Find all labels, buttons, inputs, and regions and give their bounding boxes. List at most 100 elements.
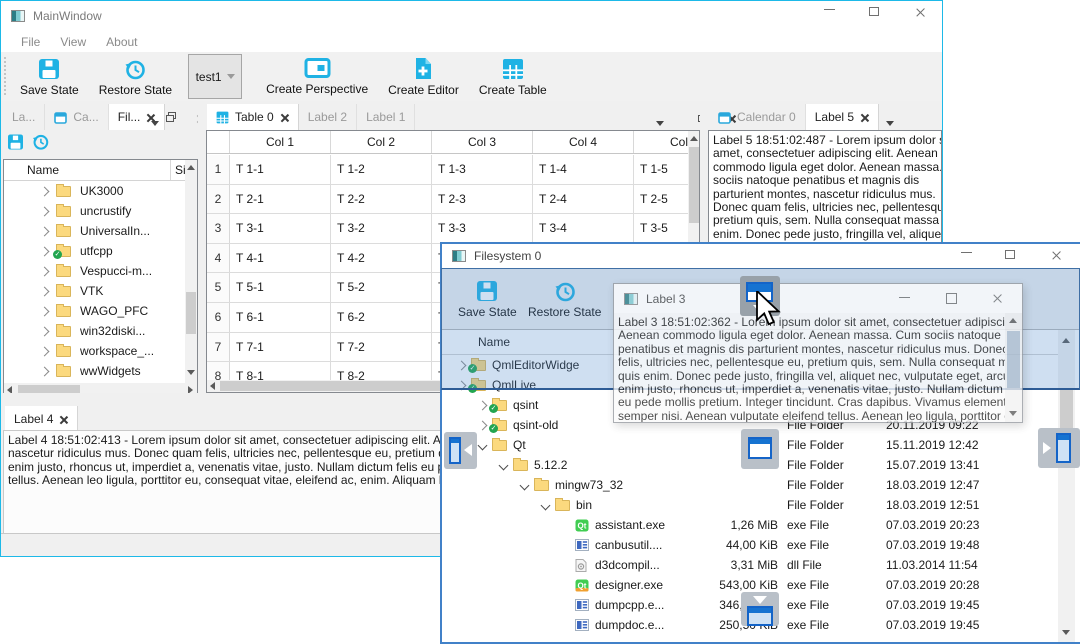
chevron-right-icon[interactable] [477,400,488,410]
tree-vscrollbar[interactable] [185,160,197,383]
minimize-button[interactable] [818,9,840,10]
chevron-right-icon[interactable] [39,226,50,236]
close-button[interactable] [1045,250,1067,261]
tree-item[interactable]: VTK [4,281,185,301]
table-cell[interactable]: T 7-2 [331,332,432,362]
menu-item-file[interactable]: File [11,35,50,49]
save-state-button[interactable]: Save State [10,52,89,101]
row-number[interactable]: 8 [207,362,230,380]
table-cell[interactable]: T 5-2 [331,273,432,302]
table-cell[interactable]: T 8-2 [331,362,432,380]
chevron-down-icon[interactable] [519,480,530,490]
table-cell[interactable]: T 6-1 [230,302,331,332]
right-panel-tab-calendar-0[interactable]: Calendar 0 [709,104,806,130]
toolbar-handle[interactable] [3,56,8,97]
dock-center-indicator[interactable] [741,429,779,469]
right-panel-tabs-menu-icon[interactable] [886,115,894,129]
dock-left-indicator[interactable] [444,432,477,469]
dock-bottom-indicator[interactable] [741,592,779,626]
tree-header-name[interactable]: Name [27,163,59,177]
table-cell[interactable]: T 1-1 [230,155,331,184]
maximize-button[interactable] [940,293,962,304]
table-cell[interactable]: T 2-2 [331,184,432,214]
table-panel-tabs-menu-icon[interactable] [656,115,664,129]
table-cell[interactable]: T 2-1 [230,184,331,214]
table-cell[interactable]: T 1-3 [432,155,533,184]
row-number[interactable]: 6 [207,302,230,332]
table-cell[interactable]: T 2-5 [634,185,688,214]
close-icon[interactable] [59,415,68,424]
table-cell[interactable]: T 8-1 [230,362,331,380]
create-editor-button[interactable]: Create Editor [378,52,469,101]
table-column-header-col-5[interactable]: Col 5 [634,131,688,153]
label3-window[interactable]: Label 3 Label 3 18:51:02:362 - Lorem ips… [613,283,1023,423]
filesystem-titlebar[interactable]: Filesystem 0 [442,244,1080,268]
tree-item[interactable]: WAGO_PFC [4,301,185,321]
close-icon[interactable] [280,113,289,122]
table-cell[interactable]: T 7-1 [230,332,331,362]
fs-tree-row-mingw73-32[interactable]: mingw73_32 File Folder 18.03.2019 12:47 [442,475,1058,495]
row-number[interactable]: 4 [207,243,230,273]
panel-save-icon[interactable] [7,133,24,151]
table-panel-tab-label-1[interactable]: Label 1 [357,104,416,130]
tree-item[interactable]: wwWidgets [4,361,185,381]
main-titlebar[interactable]: MainWindow [1,1,942,31]
fs-tree-row-bin[interactable]: bin File Folder 18.03.2019 12:51 [442,495,1058,515]
chevron-right-icon[interactable] [39,186,50,196]
fs-tree-row-d3dcompil[interactable]: d3dcompil... 3,31 MiB dll File 11.03.2014 1… [442,555,1058,575]
chevron-right-icon[interactable] [39,326,50,336]
tree-item[interactable]: Vespucci-m... [4,261,185,281]
row-number[interactable]: 1 [207,155,230,184]
table-column-header-col-3[interactable]: Col 3 [432,131,533,153]
chevron-right-icon[interactable] [477,420,488,430]
vertical-splitter-left[interactable] [198,104,206,398]
row-number[interactable]: 5 [207,273,230,302]
close-button[interactable] [986,293,1008,304]
chevron-right-icon[interactable] [39,346,50,356]
tree-item[interactable]: UK3000 [4,181,185,201]
chevron-right-icon[interactable] [39,206,50,216]
table-cell[interactable]: T 5-1 [230,273,331,302]
create-table-button[interactable]: Create Table [469,52,557,101]
table-cell[interactable]: T 4-2 [331,243,432,273]
maximize-button[interactable] [863,7,885,16]
restore-state-button[interactable]: Restore State [89,52,182,101]
minimize-button[interactable] [893,297,915,298]
left-panel-tabs-menu-icon[interactable] [151,115,159,129]
label3-vscrollbar[interactable] [1005,313,1022,422]
create-perspective-button[interactable]: Create Perspective [256,52,378,101]
left-panel-tab-la[interactable]: La... [3,104,46,130]
fs-tree-row-canbusutil[interactable]: canbusutil.... 44,00 KiB exe File 07.03.201… [442,535,1058,555]
tree-item[interactable]: uncrustify [4,201,185,221]
row-number[interactable]: 7 [207,332,230,362]
menu-item-view[interactable]: View [50,35,96,49]
chevron-down-icon[interactable] [498,460,509,470]
left-panel-tab-ca[interactable]: Ca... [45,104,109,130]
table-cell[interactable]: T 3-5 [634,214,688,243]
table-column-header-col-1[interactable]: Col 1 [230,131,331,153]
table-cell[interactable]: T 3-3 [432,214,533,243]
right-panel-tab-label-5[interactable]: Label 5 [805,104,880,130]
table-column-header-col-4[interactable]: Col 4 [533,131,634,153]
close-button[interactable] [909,7,931,18]
tree-item[interactable]: UniversalIn... [4,221,185,241]
tree-header[interactable]: Name Size [4,160,197,181]
table-panel-tab-label-2[interactable]: Label 2 [299,104,358,130]
table-cell[interactable]: T 4-1 [230,243,331,273]
chevron-right-icon[interactable] [39,366,50,376]
dock-right-indicator[interactable] [1038,428,1080,468]
left-panel-float-icon[interactable] [166,112,176,122]
fs-tree-row-assistant-exe[interactable]: Qt assistant.exe 1,26 MiB exe File 07.03.201… [442,515,1058,535]
row-number[interactable]: 2 [207,184,230,214]
chevron-right-icon[interactable] [39,246,50,256]
tree-item[interactable]: utfcpp [4,241,185,261]
table-cell[interactable]: T 2-3 [432,184,533,214]
chevron-down-icon[interactable] [540,500,551,510]
tree-item[interactable]: win32diski... [4,321,185,341]
maximize-button[interactable] [999,250,1021,259]
table-panel-tab-table-0[interactable]: Table 0 [207,104,299,130]
tree-item[interactable]: workspace_... [4,341,185,361]
table-cell[interactable]: T 2-4 [533,184,634,214]
menu-item-about[interactable]: About [96,35,147,49]
panel-restore-icon[interactable] [31,132,50,151]
